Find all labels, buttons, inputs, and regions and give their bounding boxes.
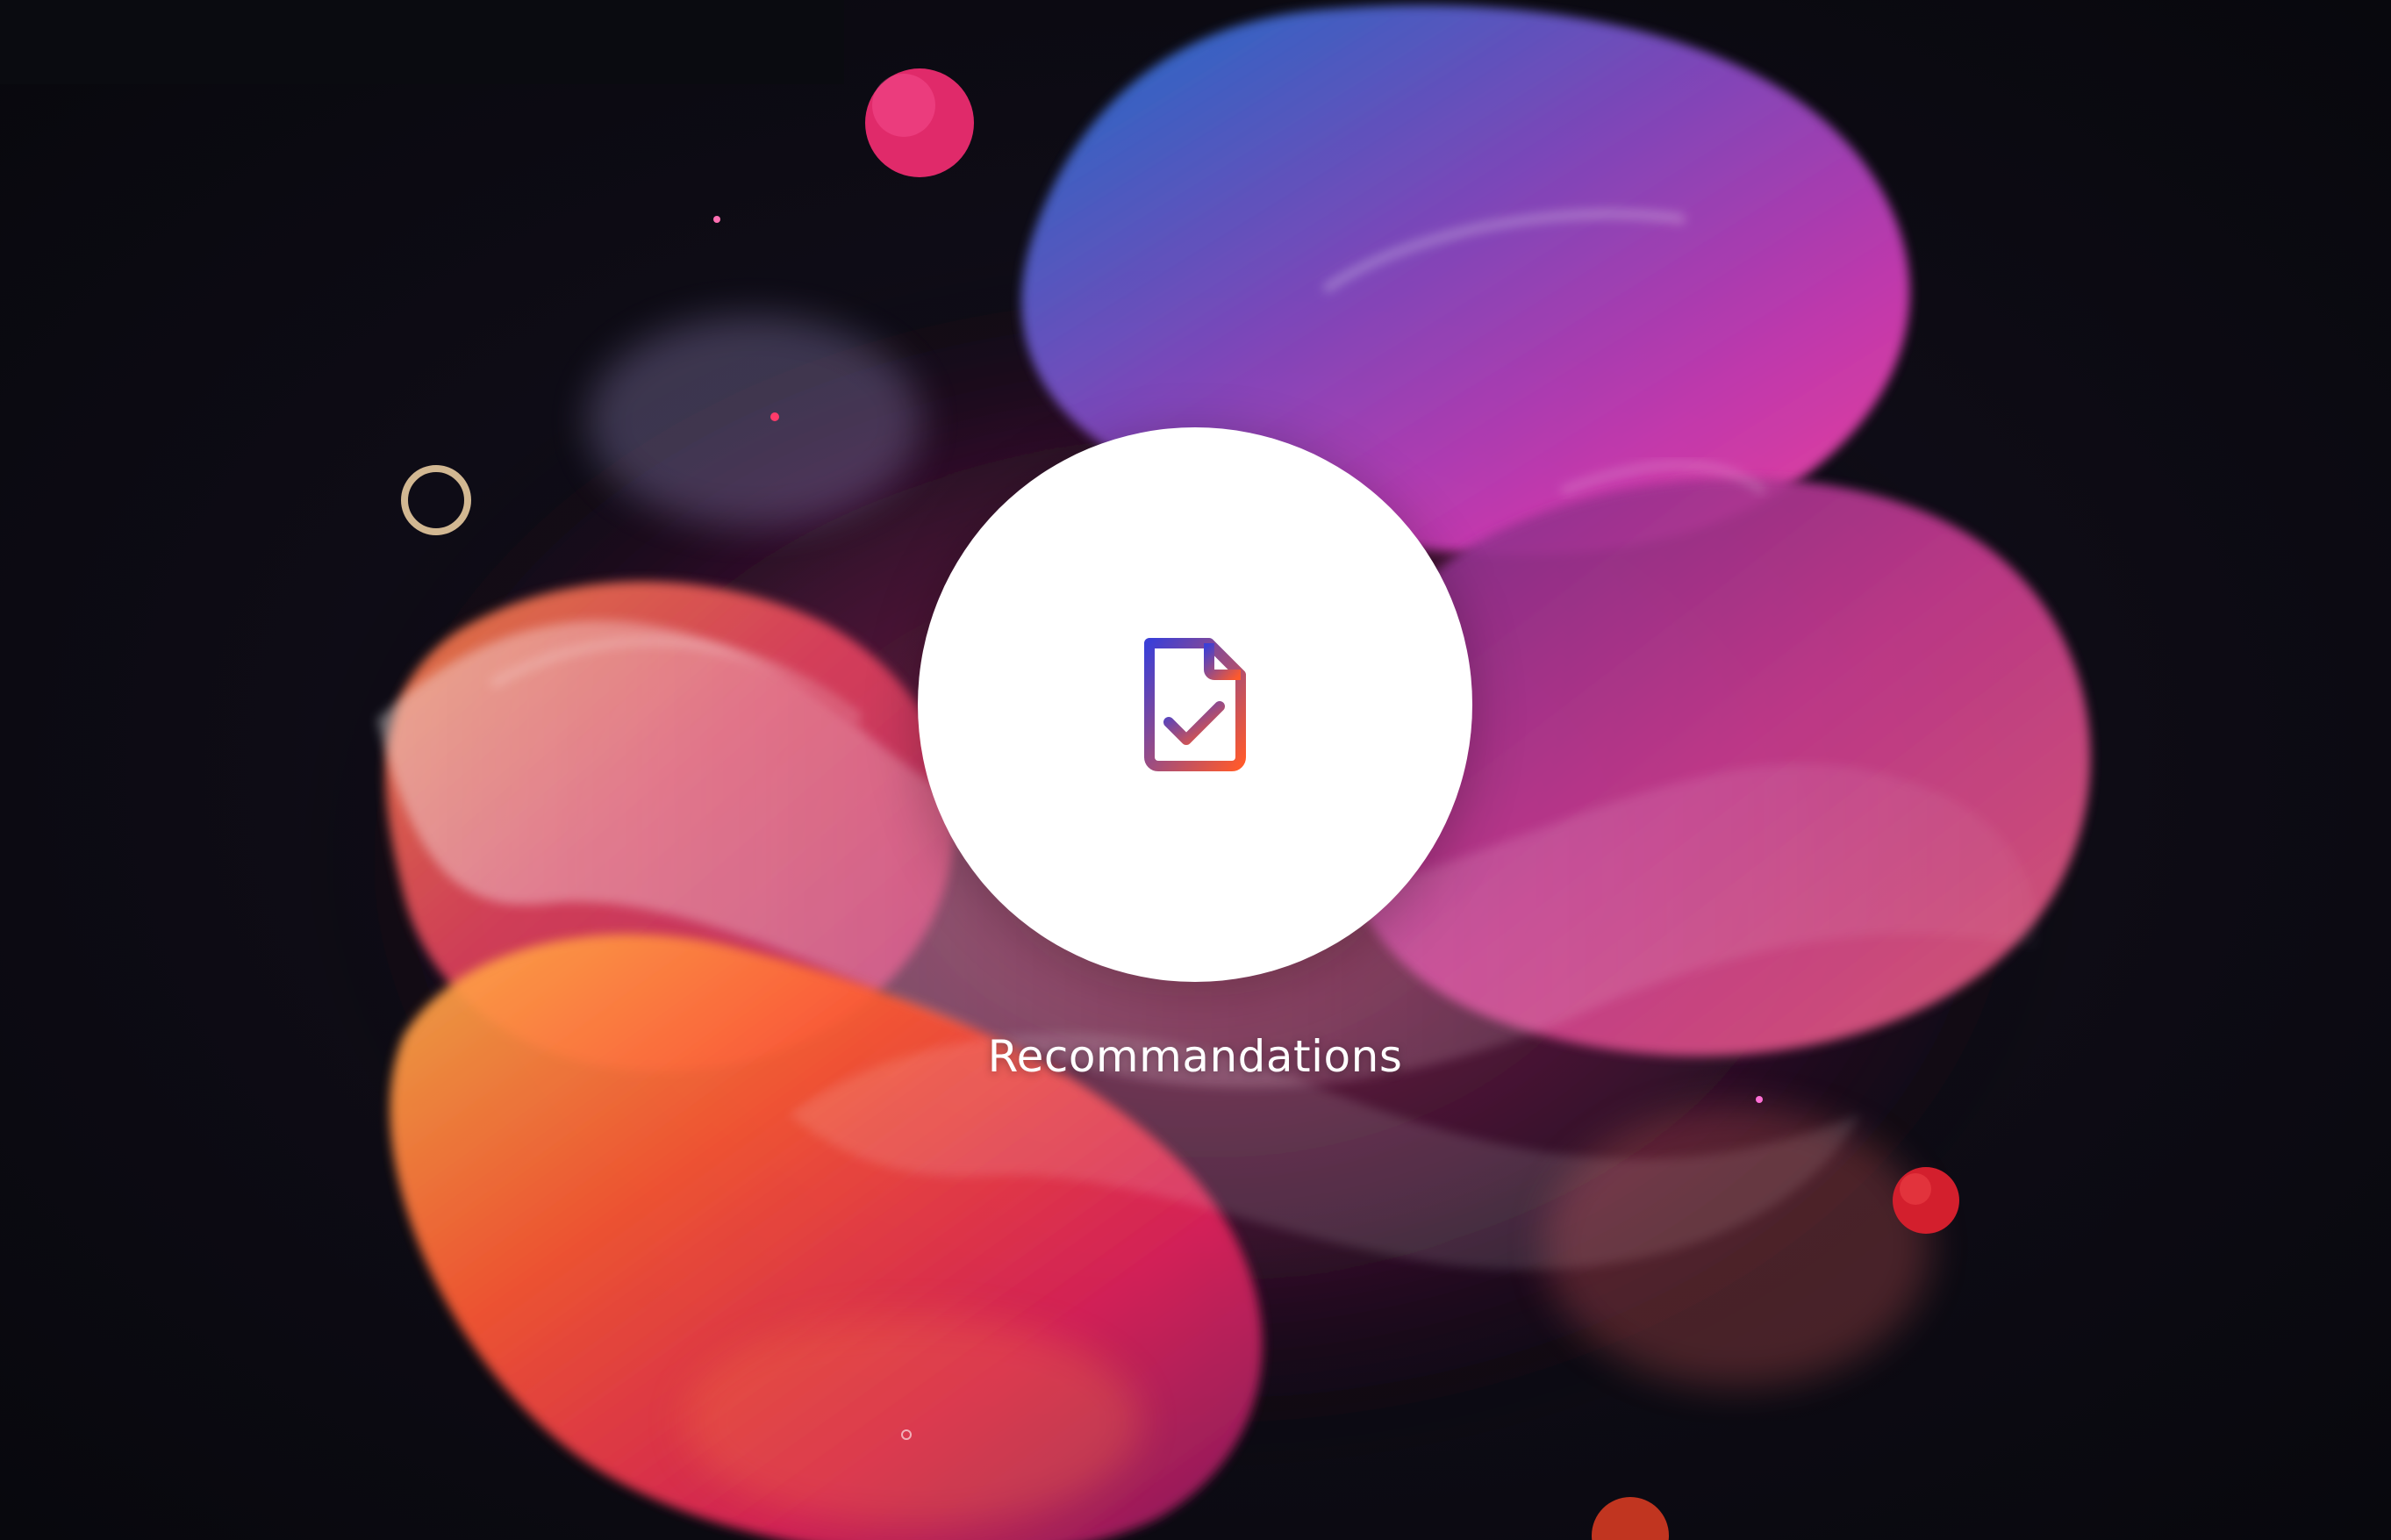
document-check-icon	[1144, 638, 1246, 771]
top-left-panel	[0, 0, 844, 84]
recommendations-label: Recommandations	[987, 1031, 1403, 1082]
recommendations-button[interactable]	[918, 427, 1472, 982]
